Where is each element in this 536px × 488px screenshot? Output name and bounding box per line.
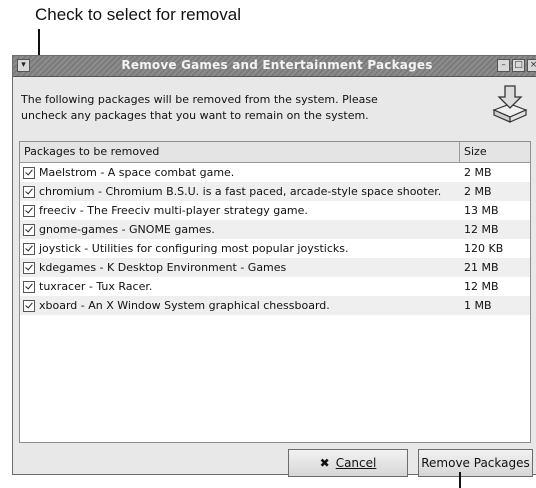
package-rows: Maelstrom - A space combat game. 2 MB chro…	[20, 163, 530, 315]
package-row[interactable]: chromium - Chromium B.S.U. is a fast pac…	[20, 182, 530, 201]
package-size: 13 MB	[464, 204, 499, 217]
package-row[interactable]: kdegames - K Desktop Environment - Games…	[20, 258, 530, 277]
package-name-cell: joystick - Utilities for configuring mos…	[20, 242, 460, 255]
package-list: Packages to be removed Size Maelstrom - …	[19, 141, 531, 443]
callout-leader-line-bottom	[459, 472, 461, 488]
list-header: Packages to be removed Size	[20, 142, 530, 163]
package-size: 21 MB	[464, 261, 499, 274]
package-row[interactable]: tuxracer - Tux Racer. 12 MB	[20, 277, 530, 296]
package-remove-icon	[492, 85, 528, 123]
package-checkbox[interactable]	[23, 204, 35, 217]
remove-packages-button[interactable]: Remove Packages	[418, 449, 533, 477]
cancel-button-label: Cancel	[335, 456, 377, 470]
package-name: Maelstrom - A space combat game.	[39, 166, 235, 179]
package-name: chromium - Chromium B.S.U. is a fast pac…	[39, 185, 442, 198]
package-row[interactable]: joystick - Utilities for configuring mos…	[20, 239, 530, 258]
cancel-x-icon: ✖	[319, 456, 330, 470]
package-row[interactable]: gnome-games - GNOME games. 12 MB	[20, 220, 530, 239]
window-title: Remove Games and Entertainment Packages	[121, 58, 433, 72]
package-name-cell: xboard - An X Window System graphical ch…	[20, 299, 460, 312]
package-row[interactable]: Maelstrom - A space combat game. 2 MB	[20, 163, 530, 182]
package-row[interactable]: xboard - An X Window System graphical ch…	[20, 296, 530, 315]
package-name-cell: gnome-games - GNOME games.	[20, 223, 460, 236]
message-line-2: uncheck any packages that you want to re…	[21, 109, 369, 122]
column-header-size[interactable]: Size	[460, 142, 530, 162]
package-checkbox[interactable]	[23, 299, 35, 312]
title-bar[interactable]: ▾ Remove Games and Entertainment Package…	[13, 56, 536, 77]
close-button[interactable]: ×	[527, 59, 536, 72]
package-checkbox[interactable]	[23, 242, 35, 255]
package-name: kdegames - K Desktop Environment - Games	[39, 261, 287, 274]
package-size: 12 MB	[464, 280, 499, 293]
package-checkbox[interactable]	[23, 280, 35, 293]
minimize-button[interactable]: –	[497, 59, 510, 72]
message-line-1: The following packages will be removed f…	[21, 93, 378, 106]
maximize-button[interactable]: □	[512, 59, 525, 72]
package-name: joystick - Utilities for configuring mos…	[39, 242, 349, 255]
package-name: tuxracer - Tux Racer.	[39, 280, 153, 293]
package-checkbox[interactable]	[23, 185, 35, 198]
package-name: freeciv - The Freeciv multi-player strat…	[39, 204, 308, 217]
package-checkbox[interactable]	[23, 261, 35, 274]
package-name-cell: chromium - Chromium B.S.U. is a fast pac…	[20, 185, 460, 198]
dialog-window: ▾ Remove Games and Entertainment Package…	[12, 55, 536, 477]
package-name: xboard - An X Window System graphical ch…	[39, 299, 330, 312]
callout-check-to-select: Check to select for removal	[35, 5, 241, 24]
package-size: 120 KB	[464, 242, 504, 255]
column-header-packages[interactable]: Packages to be removed	[20, 142, 460, 162]
package-name-cell: kdegames - K Desktop Environment - Games	[20, 261, 460, 274]
package-name-cell: freeciv - The Freeciv multi-player strat…	[20, 204, 460, 217]
cancel-button[interactable]: ✖ Cancel	[288, 449, 408, 477]
package-name-cell: Maelstrom - A space combat game.	[20, 166, 460, 179]
package-size: 1 MB	[464, 299, 492, 312]
package-size: 12 MB	[464, 223, 499, 236]
package-name-cell: tuxracer - Tux Racer.	[20, 280, 460, 293]
package-size: 2 MB	[464, 185, 492, 198]
instruction-message: The following packages will be removed f…	[21, 92, 401, 124]
package-row[interactable]: freeciv - The Freeciv multi-player strat…	[20, 201, 530, 220]
package-size: 2 MB	[464, 166, 492, 179]
package-name: gnome-games - GNOME games.	[39, 223, 215, 236]
package-checkbox[interactable]	[23, 223, 35, 236]
package-checkbox[interactable]	[23, 166, 35, 179]
